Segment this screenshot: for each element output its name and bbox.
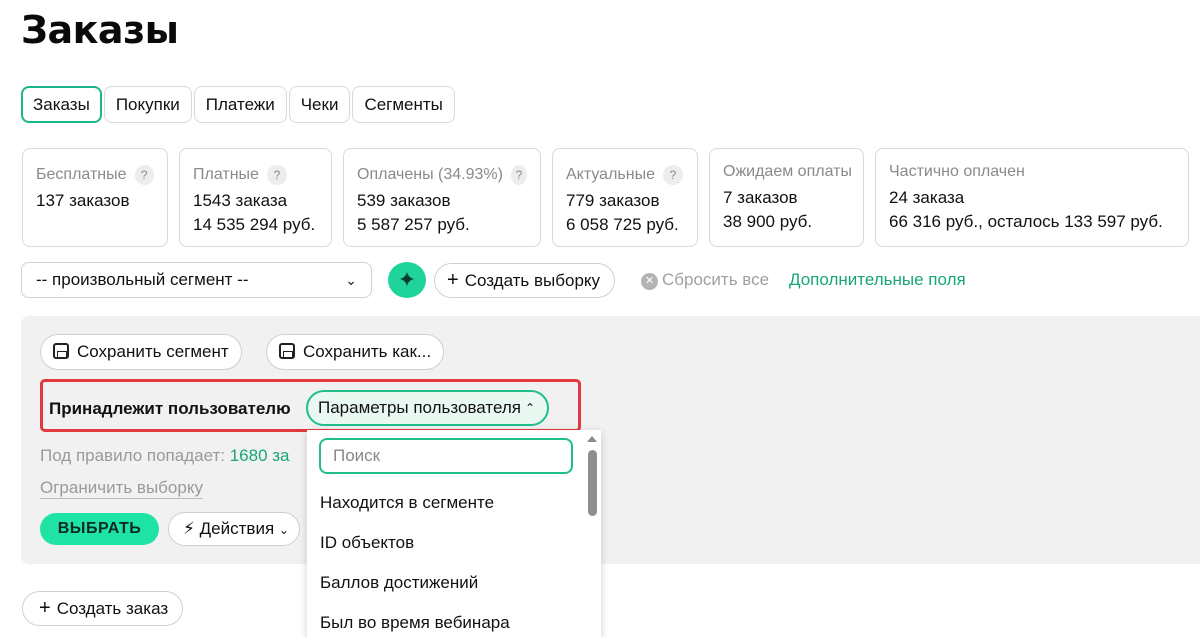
stat-value: 137 заказов [36,191,130,210]
choose-button[interactable]: ВЫБРАТЬ [40,513,159,545]
create-selection-label: Создать выборку [464,271,601,290]
dropdown-item[interactable]: ID объектов [320,533,414,553]
create-order-button[interactable]: + Создать заказ [22,591,184,626]
filter-bar: -- произвольный сегмент -- ⌄ ✦ + Создать … [21,262,1200,298]
segment-select[interactable]: -- произвольный сегмент -- ⌄ [21,262,372,298]
reset-all-label: Сбросить все [662,270,770,289]
limit-selection-link[interactable]: Ограничить выборку [40,478,203,499]
stat-label: Ожидаем оплаты [723,163,852,180]
reset-all-button[interactable]: ✕ Сбросить все [641,262,769,298]
user-params-dropdown: Находится в сегменте ID объектов Баллов … [307,430,601,637]
dropdown-search-input[interactable] [319,438,573,474]
stat-card-awaiting[interactable]: Ожидаем оплаты 7 заказов 38 900 руб. [709,148,864,247]
save-icon [53,343,69,359]
help-icon[interactable]: ? [266,165,287,185]
chevron-down-icon: ⌄ [278,523,289,537]
stat-card-paid[interactable]: Платные? 1543 заказа 14 535 294 руб. [179,148,332,247]
stat-amount: 14 535 294 руб. [193,215,316,234]
sparkle-icon[interactable]: ✦ [388,262,426,298]
scrollbar-thumb[interactable] [588,450,597,516]
stat-value: 1543 заказа [193,191,288,210]
stat-amount: 66 316 руб., осталось 133 597 руб. [889,212,1163,231]
extra-fields-link[interactable]: Дополнительные поля [789,262,966,298]
stat-label: Оплачены (34.93%) [357,166,503,183]
rule-label: Принадлежит пользователю [49,399,291,418]
actions-label: Действия [199,519,275,538]
actions-button[interactable]: ⚡︎ Действия ⌄ [168,512,300,546]
tab-orders[interactable]: Заказы [21,86,102,123]
stat-amount: 6 058 725 руб. [566,215,679,234]
save-as-button[interactable]: Сохранить как... [266,334,445,370]
stat-value: 779 заказов [566,191,660,210]
chevron-down-icon: ⌄ [345,272,357,288]
help-icon[interactable]: ? [134,165,154,185]
help-icon[interactable]: ? [510,165,527,185]
stat-label: Бесплатные [36,166,127,183]
stats-cards: Бесплатные? 137 заказов Платные? 1543 за… [22,148,1189,247]
save-segment-label: Сохранить сегмент [77,342,229,361]
rule-hits: Под правило попадает: 1680 за [40,446,290,466]
tab-payments[interactable]: Платежи [193,86,287,123]
segment-panel: Сохранить сегмент Сохранить как... Прина… [21,316,1200,564]
rule-hits-count[interactable]: 1680 за [230,446,290,465]
create-selection-button[interactable]: + Создать выборку [434,263,616,298]
stat-card-paid-off[interactable]: Оплачены (34.93%)? 539 заказов 5 587 257… [343,148,541,247]
help-icon[interactable]: ? [662,165,683,185]
create-order-label: Создать заказ [56,599,169,618]
tab-purchases[interactable]: Покупки [103,86,192,123]
stat-amount: 5 587 257 руб. [357,215,470,234]
stat-label: Частично оплачен [889,163,1025,180]
plus-icon: + [39,597,51,619]
lightning-icon: ⚡︎ [183,519,195,538]
save-segment-button[interactable]: Сохранить сегмент [40,334,242,370]
close-icon: ✕ [641,273,658,290]
stat-value: 7 заказов [723,188,798,207]
user-params-button[interactable]: Параметры пользователя ⌃ [306,390,550,426]
stat-amount: 38 900 руб. [723,212,813,231]
segment-select-value: -- произвольный сегмент -- [36,270,249,289]
plus-icon: + [447,269,459,291]
dropdown-item[interactable]: Находится в сегменте [320,493,494,513]
tab-receipts[interactable]: Чеки [288,86,351,123]
scroll-up-arrow[interactable] [587,436,597,442]
tab-bar: Заказы Покупки Платежи Чеки Сегменты [21,86,455,123]
rule-hits-prefix: Под правило попадает: [40,446,225,465]
dropdown-item[interactable]: Был во время вебинара [320,613,510,633]
stat-label: Актуальные [566,166,655,183]
stat-label: Платные [193,166,259,183]
dropdown-item[interactable]: Баллов достижений [320,573,478,593]
stat-card-free[interactable]: Бесплатные? 137 заказов [22,148,168,247]
stat-value: 24 заказа [889,188,965,207]
stat-card-actual[interactable]: Актуальные? 779 заказов 6 058 725 руб. [552,148,698,247]
save-icon [279,343,295,359]
save-as-label: Сохранить как... [303,342,432,361]
chevron-up-icon: ⌃ [525,401,536,415]
page-title: Заказы [21,8,179,52]
stat-value: 539 заказов [357,191,451,210]
stat-card-partial[interactable]: Частично оплачен 24 заказа 66 316 руб., … [875,148,1189,247]
tab-segments[interactable]: Сегменты [352,86,455,123]
user-params-label: Параметры пользователя [318,398,521,417]
